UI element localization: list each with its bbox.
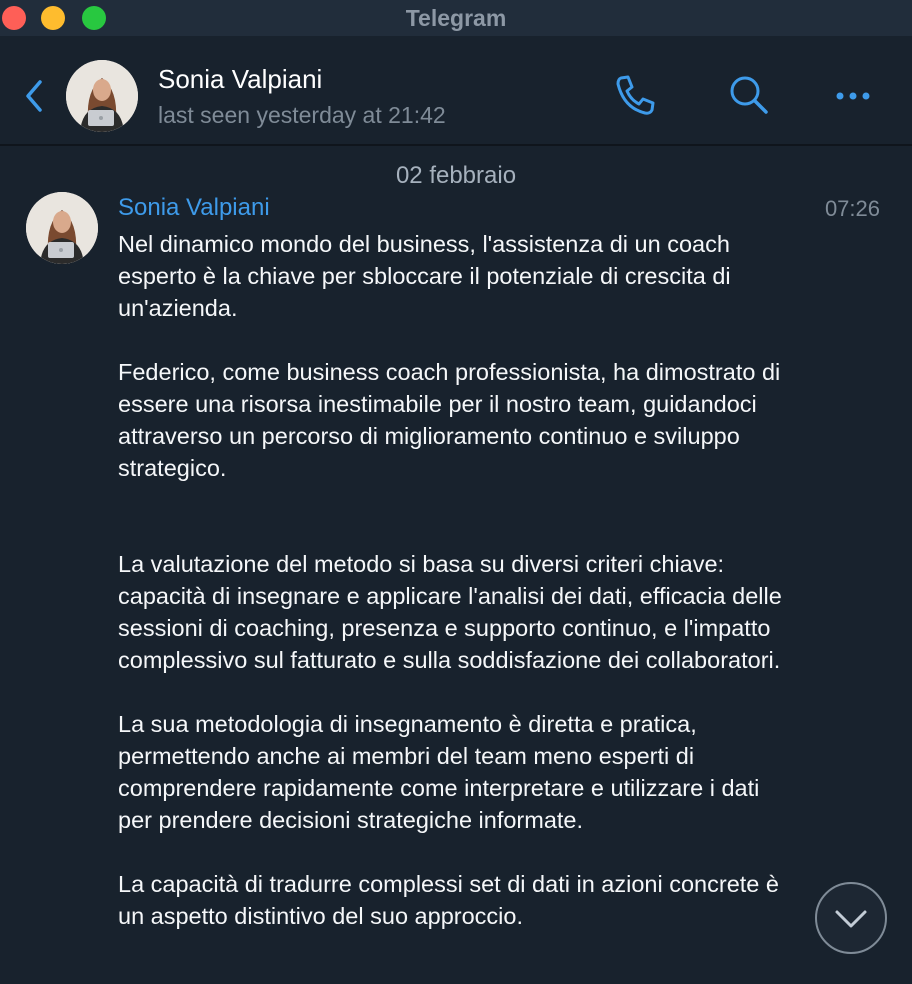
- title-bar[interactable]: Telegram: [0, 0, 912, 36]
- chevron-down-icon: [835, 910, 867, 928]
- message-sender-name[interactable]: Sonia Valpiani: [118, 194, 270, 222]
- date-separator: 02 febbraio: [395, 162, 517, 189]
- sender-avatar[interactable]: [26, 192, 98, 264]
- avatar-photo: [66, 60, 138, 132]
- message-paragraph: Nel dinamico mondo del business, l'assis…: [118, 231, 731, 321]
- search-button[interactable]: [726, 72, 772, 118]
- avatar-photo: [26, 192, 98, 264]
- message-paragraph: La sua metodologia di insegnamento è dir…: [118, 711, 760, 833]
- message-paragraph: Federico, come business coach profession…: [118, 359, 781, 481]
- message-timestamp: 07:26: [824, 196, 880, 221]
- message-paragraph: La valutazione del metodo si basa su div…: [118, 551, 782, 673]
- telegram-window: Telegram Sonia Valpiani last seen yester…: [0, 0, 912, 984]
- more-dots-icon: [836, 92, 870, 100]
- contact-last-seen: last seen yesterday at 21:42: [158, 102, 446, 128]
- contact-name[interactable]: Sonia Valpiani: [158, 64, 322, 95]
- chat-header: Sonia Valpiani last seen yesterday at 21…: [0, 46, 912, 146]
- scroll-to-bottom-button[interactable]: [815, 882, 887, 954]
- phone-icon: [616, 75, 655, 115]
- message-paragraph: La capacità di tradurre complessi set di…: [118, 871, 779, 929]
- search-icon: [730, 76, 768, 114]
- more-options-button[interactable]: [830, 72, 876, 118]
- chevron-left-icon: [26, 80, 42, 112]
- contact-avatar[interactable]: [66, 60, 138, 132]
- message-text[interactable]: Nel dinamico mondo del business, l'assis…: [118, 228, 788, 964]
- call-button[interactable]: [612, 72, 658, 118]
- back-button[interactable]: [20, 76, 50, 116]
- app-title: Telegram: [405, 5, 507, 31]
